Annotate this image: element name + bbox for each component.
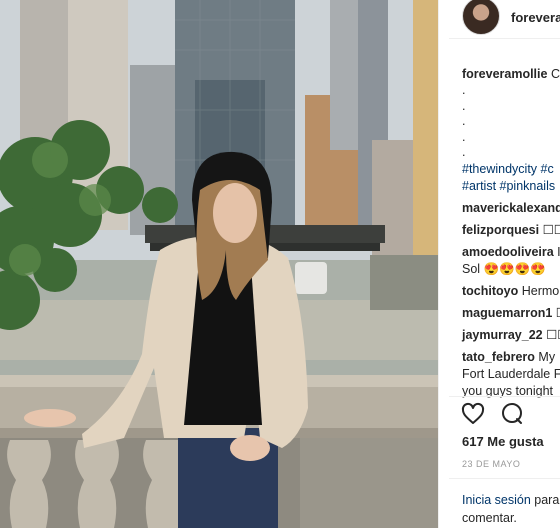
actions-divider <box>449 396 560 397</box>
comment-username[interactable]: maguemarron1 <box>462 306 552 320</box>
comment-bubble-icon[interactable] <box>500 402 524 426</box>
comment-item: maverickalexand <box>462 200 560 217</box>
heart-icon[interactable] <box>461 402 485 426</box>
post-date[interactable]: 23 DE MAYO <box>462 459 520 469</box>
caption-dots: . . . . . <box>462 83 466 159</box>
caption: foreveramollie C <box>462 66 560 83</box>
comment-text-line2: Sol 😍😍😍😍 <box>462 261 546 276</box>
comment-item: tato_febrero My Fort Lauderdale F you gu… <box>462 349 560 400</box>
login-prompt: Inicia sesión para comentar. <box>462 491 559 527</box>
comment-text: ☐ <box>552 306 560 320</box>
comment-username[interactable]: tato_febrero <box>462 350 535 364</box>
login-divider <box>449 478 560 479</box>
comment-text: I <box>553 244 560 259</box>
comment-item: felizporquesi ☐☐ <box>462 222 560 239</box>
post-side-panel: forevera foreveramollie C . . . . . #the… <box>438 0 560 528</box>
caption-hashtags-1[interactable]: #thewindycity #c <box>462 161 560 178</box>
comment-text-line2: Fort Lauderdale F <box>462 366 560 381</box>
header-username[interactable]: forevera <box>511 10 560 25</box>
comment-item: maguemarron1 ☐ <box>462 305 560 322</box>
caption-hashtags-2[interactable]: #artist #pinknails <box>462 178 560 195</box>
comments-list: foreveramollie C . . . . . #thewindycity… <box>462 66 560 400</box>
login-link[interactable]: Inicia sesión <box>462 493 531 507</box>
post-header: forevera <box>439 0 560 38</box>
caption-username[interactable]: foreveramollie <box>462 67 547 81</box>
login-prompt-line2: comentar. <box>462 511 517 525</box>
photo-scene <box>0 0 438 528</box>
likes-count[interactable]: 617 Me gusta <box>462 434 544 449</box>
caption-text: C <box>547 67 560 81</box>
comment-text: Hermo <box>518 283 560 298</box>
comment-username[interactable]: tochitoyo <box>462 284 518 298</box>
comment-username[interactable]: amoedooliveira <box>462 245 554 259</box>
comment-text: My <box>534 349 556 364</box>
comment-text: ☐☐ <box>542 222 560 237</box>
comment-item: tochitoyo Hermo <box>462 283 560 300</box>
comment-item: jaymurray_22 ☐☐ <box>462 327 560 344</box>
post-photo[interactable] <box>0 0 438 528</box>
profile-avatar[interactable] <box>462 0 500 35</box>
login-prompt-text: para <box>530 493 560 507</box>
comment-username[interactable]: felizporquesi <box>462 223 539 237</box>
comment-text: ☐☐ <box>546 327 560 342</box>
comment-username[interactable]: maverickalexand <box>462 201 560 215</box>
comment-item: amoedooliveira I Sol 😍😍😍😍 <box>462 244 560 278</box>
header-divider <box>449 38 560 39</box>
comment-username[interactable]: jaymurray_22 <box>462 328 543 342</box>
